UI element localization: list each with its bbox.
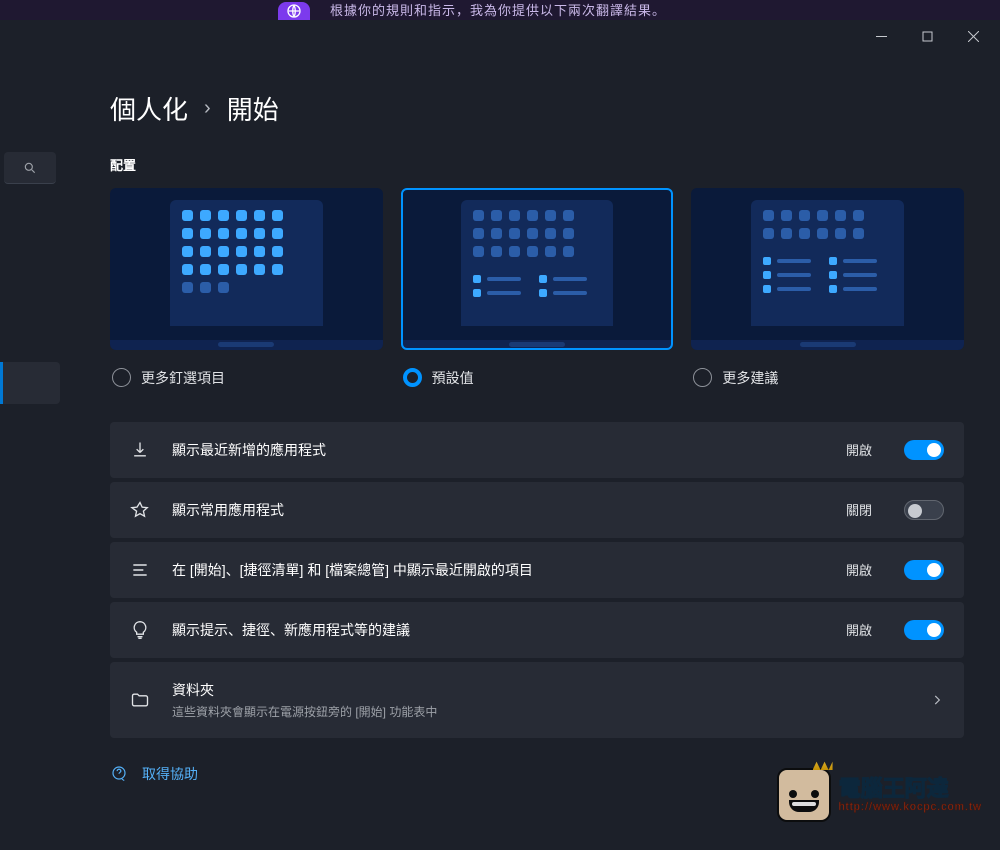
content-area: 個人化 › 開始 配置: [60, 52, 1000, 850]
breadcrumb-parent[interactable]: 個人化: [110, 90, 188, 127]
setting-title: 顯示常用應用程式: [172, 500, 824, 520]
layout-option-more-recommendations[interactable]: [691, 188, 964, 350]
setting-row-recent-items[interactable]: 在 [開始]、[捷徑清單] 和 [檔案總管] 中顯示最近開啟的項目 開啟: [110, 542, 964, 598]
radio-more-pins[interactable]: 更多釘選項目: [110, 364, 383, 392]
toggle-state-label: 開啟: [846, 620, 872, 639]
layout-radio-group: 更多釘選項目 預設值 更多建議: [110, 364, 964, 392]
settings-window: 個人化 › 開始 配置: [0, 20, 1000, 850]
setting-subtitle: 這些資料夾會顯示在電源按鈕旁的 [開始] 功能表中: [172, 703, 908, 720]
window-minimize-button[interactable]: [858, 20, 904, 52]
setting-row-folders[interactable]: 資料夾 這些資料夾會顯示在電源按鈕旁的 [開始] 功能表中: [110, 662, 964, 738]
layout-option-default[interactable]: [401, 188, 674, 350]
toggle-state-label: 開啟: [846, 560, 872, 579]
toggle-state-label: 開啟: [846, 440, 872, 459]
list-icon: [130, 560, 150, 580]
window-close-button[interactable]: [950, 20, 996, 52]
help-links: 取得協助: [110, 764, 964, 785]
radio-icon: [693, 368, 712, 387]
help-icon: [110, 764, 128, 785]
radio-label: 更多建議: [722, 368, 778, 388]
get-help-link[interactable]: 取得協助: [142, 764, 198, 784]
sidebar-item-active[interactable]: [0, 362, 60, 404]
breadcrumb-current: 開始: [227, 90, 279, 127]
setting-row-recent-apps[interactable]: 顯示最近新增的應用程式 開啟: [110, 422, 964, 478]
banner-text: 根據你的規則和指示，我為你提供以下兩次翻譯結果。: [330, 0, 666, 19]
chevron-right-icon: [930, 693, 944, 707]
radio-default[interactable]: 預設值: [401, 364, 674, 392]
folder-icon: [130, 690, 150, 710]
window-titlebar: [0, 20, 1000, 52]
toggle-state-label: 關閉: [846, 500, 872, 519]
settings-list: 顯示最近新增的應用程式 開啟 顯示常用應用程式 關閉 在 [: [110, 422, 964, 738]
window-maximize-button[interactable]: [904, 20, 950, 52]
external-banner: 根據你的規則和指示，我為你提供以下兩次翻譯結果。: [0, 0, 1000, 20]
search-icon: [23, 161, 37, 175]
star-icon: [130, 500, 150, 520]
setting-title: 在 [開始]、[捷徑清單] 和 [檔案總管] 中顯示最近開啟的項目: [172, 560, 824, 580]
layout-option-more-pins[interactable]: [110, 188, 383, 350]
breadcrumb: 個人化 › 開始: [110, 90, 964, 127]
search-button[interactable]: [4, 152, 56, 184]
lightbulb-icon: [130, 620, 150, 640]
chevron-right-icon: ›: [204, 97, 211, 120]
radio-more-recommendations[interactable]: 更多建議: [691, 364, 964, 392]
setting-title: 資料夾: [172, 680, 908, 700]
toggle-recommendations[interactable]: [904, 620, 944, 640]
toggle-recent-items[interactable]: [904, 560, 944, 580]
radio-icon: [403, 368, 422, 387]
layout-options: [110, 188, 964, 350]
sidebar: [0, 52, 60, 850]
toggle-most-used[interactable]: [904, 500, 944, 520]
toggle-recent-apps[interactable]: [904, 440, 944, 460]
radio-icon: [112, 368, 131, 387]
setting-row-most-used[interactable]: 顯示常用應用程式 關閉: [110, 482, 964, 538]
banner-badge-icon: [278, 2, 310, 20]
setting-row-recommendations[interactable]: 顯示提示、捷徑、新應用程式等的建議 開啟: [110, 602, 964, 658]
section-label-layout: 配置: [110, 155, 964, 174]
download-icon: [130, 440, 150, 460]
radio-label: 預設值: [432, 368, 474, 388]
setting-title: 顯示提示、捷徑、新應用程式等的建議: [172, 620, 824, 640]
radio-label: 更多釘選項目: [141, 368, 225, 388]
setting-title: 顯示最近新增的應用程式: [172, 440, 824, 460]
